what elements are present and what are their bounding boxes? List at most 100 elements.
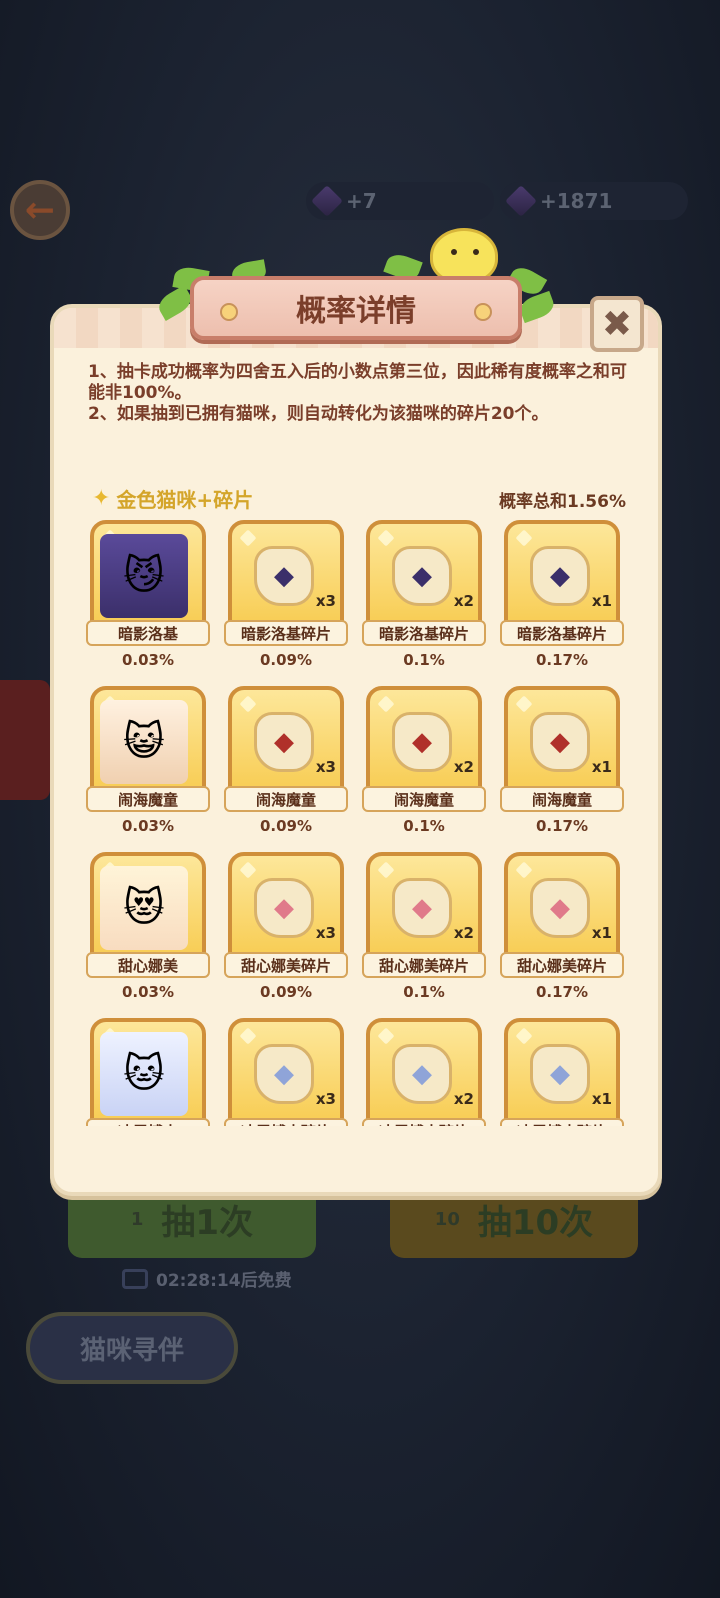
reward-card[interactable]: ◆ x3 闹海魔童 0.09% bbox=[224, 686, 348, 846]
card-probability: 0.1% bbox=[403, 817, 445, 835]
card-probability: 0.1% bbox=[403, 983, 445, 1001]
reward-card[interactable]: 😺 闹海魔童 0.03% bbox=[86, 686, 210, 846]
card-name: 冰雪博士碎片 bbox=[362, 1118, 486, 1126]
card-probability: 0.17% bbox=[535, 651, 589, 669]
card-name: 暗影洛基碎片 bbox=[362, 620, 486, 646]
card-name: 甜心娜美碎片 bbox=[224, 952, 348, 978]
currency-counter-gems: +1871 bbox=[500, 182, 688, 220]
draw-ten-cost: 10 bbox=[434, 1208, 460, 1230]
card-multiplier: x2 bbox=[453, 758, 474, 776]
cat-companion-label: 猫咪寻伴 bbox=[79, 1335, 184, 1366]
ice-doctor-cat-icon: 🐱 bbox=[100, 1032, 188, 1116]
diamond-icon bbox=[505, 185, 537, 217]
reward-card[interactable]: ◆ x3 甜心娜美碎片 0.09% bbox=[224, 852, 348, 1012]
purple-gem-icon bbox=[311, 185, 343, 217]
draw-once-cost: 1 bbox=[130, 1208, 144, 1230]
reward-card[interactable]: ◆ x2 甜心娜美碎片 0.1% bbox=[362, 852, 486, 1012]
draw-ten-label: 抽10次 bbox=[477, 1202, 594, 1243]
sparkle-icon bbox=[515, 861, 533, 879]
drum-decoration bbox=[0, 680, 50, 800]
reward-card[interactable]: ◆ x2 暗影洛基碎片 0.1% bbox=[362, 520, 486, 680]
reward-card[interactable]: ◆ x1 甜心娜美碎片 0.17% bbox=[500, 852, 624, 1012]
reward-card[interactable]: ◆ x2 闹海魔童 0.1% bbox=[362, 686, 486, 846]
card-name: 闹海魔童 bbox=[362, 786, 486, 812]
card-name: 甜心娜美碎片 bbox=[362, 952, 486, 978]
card-multiplier: x3 bbox=[315, 758, 336, 776]
card-probability: 0.17% bbox=[535, 817, 589, 835]
currency-small-value: +7 bbox=[346, 189, 377, 213]
shadow-cat-shard-icon: ◆ bbox=[392, 546, 452, 606]
reward-card[interactable]: ◆x2 冰雪博士碎片 bbox=[362, 1018, 486, 1126]
ice-doctor-shard-icon: ◆ bbox=[392, 1044, 452, 1104]
modal-title: 概率详情 bbox=[296, 294, 416, 329]
banner-dot-left bbox=[220, 303, 238, 321]
card-multiplier: x3 bbox=[315, 924, 336, 942]
card-multiplier: x3 bbox=[315, 1090, 336, 1108]
card-name: 甜心娜美 bbox=[86, 952, 210, 978]
card-probability: 0.09% bbox=[259, 817, 313, 835]
sparkle-icon: ✦ bbox=[92, 486, 111, 511]
sea-imp-shard-icon: ◆ bbox=[254, 712, 314, 772]
card-name: 闹海魔童 bbox=[500, 786, 624, 812]
shadow-cat-shard-icon: ◆ bbox=[530, 546, 590, 606]
card-name: 冰雪博士 bbox=[86, 1118, 210, 1126]
close-icon[interactable]: ✖ bbox=[590, 296, 644, 352]
sweet-cat-icon: 😻 bbox=[100, 866, 188, 950]
sea-imp-shard-icon: ◆ bbox=[530, 712, 590, 772]
card-name: 暗影洛基 bbox=[86, 620, 210, 646]
sweet-cat-shard-icon: ◆ bbox=[392, 878, 452, 938]
shadow-cat-icon: 😼 bbox=[100, 534, 188, 618]
sweet-cat-shard-icon: ◆ bbox=[254, 878, 314, 938]
note-2: 2、如果抽到已拥有猫咪，则自动转化为该猫咪的碎片20个。 bbox=[88, 404, 549, 424]
card-multiplier: x1 bbox=[591, 924, 612, 942]
back-arrow-icon[interactable]: ← bbox=[10, 180, 70, 240]
ice-doctor-shard-icon: ◆ bbox=[254, 1044, 314, 1104]
section-title-text: 金色猫咪+碎片 bbox=[116, 488, 254, 512]
reward-card[interactable]: ◆ x1 闹海魔童 0.17% bbox=[500, 686, 624, 846]
section-title: ✦ 金色猫咪+碎片 bbox=[92, 484, 253, 513]
sparkle-icon bbox=[515, 529, 533, 547]
reward-card[interactable]: ◆x3 冰雪博士碎片 bbox=[224, 1018, 348, 1126]
card-probability: 0.17% bbox=[535, 983, 589, 1001]
sparkle-icon bbox=[515, 695, 533, 713]
card-name: 闹海魔童 bbox=[224, 786, 348, 812]
ice-doctor-shard-icon: ◆ bbox=[530, 1044, 590, 1104]
card-name: 冰雪博士碎片 bbox=[224, 1118, 348, 1126]
sparkle-icon bbox=[377, 1027, 395, 1045]
draw-once-label: 抽1次 bbox=[161, 1202, 254, 1243]
currency-counter-small: +7 bbox=[306, 182, 494, 220]
sparkle-icon bbox=[515, 1027, 533, 1045]
card-name: 闹海魔童 bbox=[86, 786, 210, 812]
probability-notes: 1、抽卡成功概率为四舍五入后的小数点第三位，因此稀有度概率之和可能非100%。 … bbox=[88, 362, 638, 425]
reward-grid[interactable]: 😼 暗影洛基 0.03% ◆ x3 暗影洛基碎片 0.09% ◆ x2 暗影洛基碎片 0.1% ◆ x1… bbox=[86, 520, 634, 1126]
sparkle-icon bbox=[377, 861, 395, 879]
sparkle-icon bbox=[377, 695, 395, 713]
probability-sum: 概率总和1.56% bbox=[499, 492, 626, 512]
reward-card[interactable]: 🐱 冰雪博士 bbox=[86, 1018, 210, 1126]
modal-title-banner: 概率详情 bbox=[190, 276, 522, 340]
card-probability: 0.03% bbox=[121, 651, 175, 669]
card-multiplier: x3 bbox=[315, 592, 336, 610]
currency-gems-value: +1871 bbox=[540, 189, 613, 213]
card-name: 甜心娜美碎片 bbox=[500, 952, 624, 978]
tv-icon bbox=[122, 1268, 148, 1289]
card-probability: 0.03% bbox=[121, 983, 175, 1001]
sweet-cat-shard-icon: ◆ bbox=[530, 878, 590, 938]
sea-imp-cat-icon: 😺 bbox=[100, 700, 188, 784]
reward-card[interactable]: 😼 暗影洛基 0.03% bbox=[86, 520, 210, 680]
cat-companion-button[interactable]: 猫咪寻伴 bbox=[26, 1312, 238, 1384]
card-name: 暗影洛基碎片 bbox=[224, 620, 348, 646]
sparkle-icon bbox=[239, 1027, 257, 1045]
reward-card[interactable]: ◆x1 冰雪博士碎片 bbox=[500, 1018, 624, 1126]
reward-card[interactable]: ◆ x1 暗影洛基碎片 0.17% bbox=[500, 520, 624, 680]
free-timer: 02:28:14后免费 bbox=[122, 1266, 292, 1291]
card-probability: 0.09% bbox=[259, 983, 313, 1001]
sparkle-icon bbox=[377, 529, 395, 547]
card-multiplier: x1 bbox=[591, 758, 612, 776]
card-multiplier: x2 bbox=[453, 1090, 474, 1108]
reward-card[interactable]: ◆ x3 暗影洛基碎片 0.09% bbox=[224, 520, 348, 680]
reward-card[interactable]: 😻 甜心娜美 0.03% bbox=[86, 852, 210, 1012]
card-multiplier: x2 bbox=[453, 592, 474, 610]
banner-dot-right bbox=[474, 303, 492, 321]
sparkle-icon bbox=[239, 529, 257, 547]
